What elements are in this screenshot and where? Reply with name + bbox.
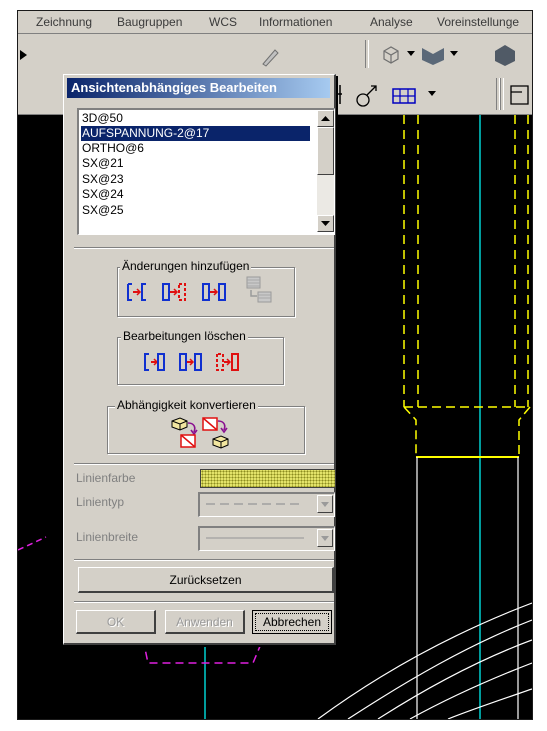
list-item[interactable]: 3D@50 <box>81 111 310 126</box>
combo-dropdown-button <box>317 529 333 547</box>
line-width-combo <box>198 526 335 551</box>
menu-informationen[interactable]: Informationen <box>259 15 332 29</box>
add-edit-icon[interactable] <box>160 281 190 303</box>
cancel-button[interactable]: Abbrechen <box>252 610 332 634</box>
convert-to-view-icon[interactable] <box>200 415 234 451</box>
line-color-swatch <box>200 469 336 488</box>
pencil-icon[interactable] <box>260 44 280 68</box>
line-type-label: Linientyp <box>76 495 125 509</box>
list-item-selected[interactable]: AUFSPANNUNG-2@17 <box>81 126 310 141</box>
dialog-title: Ansichtenabhängiges Bearbeiten <box>71 80 277 95</box>
solid-view-icon[interactable] <box>420 44 446 66</box>
scroll-up-button[interactable] <box>317 110 334 127</box>
list-item[interactable]: SX@24 <box>81 187 310 202</box>
list-item[interactable]: SX@23 <box>81 172 310 187</box>
group-label: Abhängigkeit konvertieren <box>115 398 258 412</box>
toolbar-top <box>18 34 532 74</box>
line-width-label: Linienbreite <box>76 530 139 544</box>
delete-selected-icon[interactable] <box>177 351 205 373</box>
group-label: Bearbeitungen löschen <box>121 329 248 343</box>
menu-baugruppen[interactable]: Baugruppen <box>117 15 182 29</box>
add-modifications-group: Änderungen hinzufügen <box>117 259 295 317</box>
list-item[interactable]: SX@25 <box>81 203 310 218</box>
separator <box>74 601 334 603</box>
dropdown-arrow-icon[interactable] <box>428 91 436 97</box>
chevron-down-icon <box>321 502 329 507</box>
wireframe-cube-icon[interactable] <box>380 44 402 66</box>
dropdown-arrow-icon[interactable] <box>407 51 415 57</box>
add-erase-icon[interactable] <box>200 281 230 303</box>
line-type-combo <box>198 492 335 517</box>
chevron-down-icon <box>321 536 329 541</box>
dashed-line-sample <box>206 503 304 505</box>
menu-wcs[interactable]: WCS <box>209 15 237 29</box>
add-disabled-icon <box>246 276 272 303</box>
menu-analyse[interactable]: Analyse <box>370 15 413 29</box>
delete-edit-icon[interactable] <box>142 351 168 373</box>
symbol-icon[interactable] <box>354 82 380 110</box>
combo-dropdown-button <box>317 495 333 513</box>
dialog-titlebar[interactable]: Ansichtenabhängiges Bearbeiten <box>67 78 330 98</box>
delete-all-icon[interactable] <box>214 351 242 373</box>
table-grid-icon[interactable] <box>390 83 418 107</box>
menu-zeichnung[interactable]: Zeichnung <box>36 15 92 29</box>
separator <box>74 463 334 465</box>
convert-dependency-group: Abhängigkeit konvertieren <box>107 398 305 454</box>
separator <box>74 247 334 249</box>
view-dependent-edit-dialog: Ansichtenabhängiges Bearbeiten 3D@50 AUF… <box>63 74 336 645</box>
convert-to-model-icon[interactable] <box>169 415 203 451</box>
list-item[interactable]: SX@21 <box>81 156 310 171</box>
menu-bar: Zeichnung Baugruppen WCS Informationen A… <box>18 11 532 34</box>
group-label: Änderungen hinzufügen <box>120 259 252 273</box>
list-scrollbar[interactable] <box>317 110 334 232</box>
scroll-down-button[interactable] <box>317 215 334 232</box>
menu-voreinstellungen[interactable]: Voreinstellunge <box>437 15 519 29</box>
arrow-down-icon <box>321 221 330 226</box>
list-item[interactable]: ORTHO@6 <box>81 141 310 156</box>
arrow-up-icon <box>321 116 330 121</box>
view-listbox[interactable]: 3D@50 AUFSPANNUNG-2@17 ORTHO@6 SX@21 SX@… <box>77 108 335 235</box>
separator <box>74 559 334 561</box>
dropdown-arrow-icon[interactable] <box>450 51 458 57</box>
solid-line-sample <box>206 537 304 539</box>
toolbar-separator <box>500 78 504 110</box>
apply-button[interactable]: Anwenden <box>165 610 245 634</box>
line-color-label: Linienfarbe <box>76 471 136 485</box>
toolbar-chevron-icon[interactable] <box>18 46 30 64</box>
ok-button[interactable]: OK <box>76 610 156 634</box>
nx-application-window: Zeichnung Baugruppen WCS Informationen A… <box>17 10 533 720</box>
frame-icon[interactable] <box>508 82 532 108</box>
add-to-view-icon[interactable] <box>124 281 150 303</box>
scroll-thumb[interactable] <box>317 127 334 175</box>
reset-button[interactable]: Zurücksetzen <box>78 567 334 593</box>
delete-edits-group: Bearbeitungen löschen <box>117 329 284 385</box>
shaded-sphere-icon[interactable] <box>493 43 517 67</box>
toolbar-separator <box>365 40 369 68</box>
